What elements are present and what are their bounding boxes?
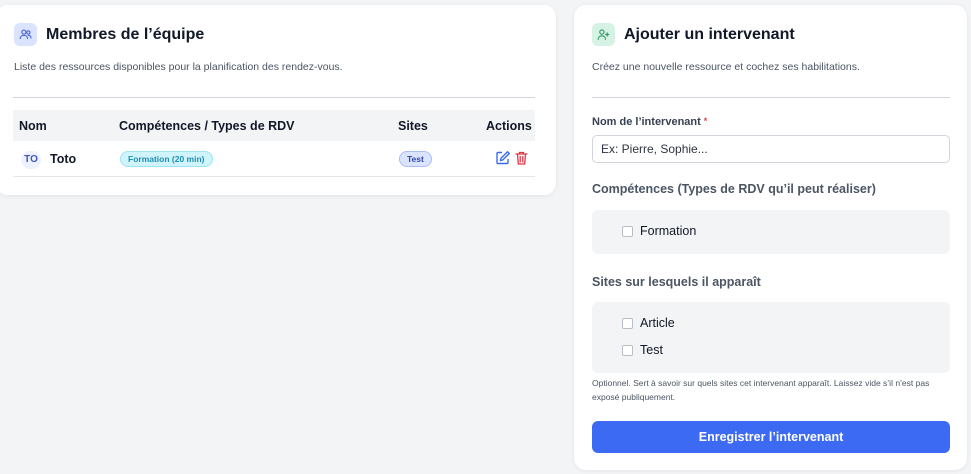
team-card-header: Membres de l’équipe: [14, 23, 204, 46]
sites-label: Sites sur lesquels il apparaît: [592, 275, 761, 289]
sites-hint: Optionnel. Sert à savoir sur quels sites…: [592, 378, 930, 402]
site-option-test[interactable]: Test: [622, 343, 663, 357]
skills-checkbox-group: Formation: [592, 210, 950, 254]
column-sites: Sites: [398, 119, 428, 133]
trash-icon[interactable]: [514, 150, 530, 166]
name-field-label: Nom de l’intervenant *: [592, 116, 707, 128]
add-card-divider: [592, 97, 950, 98]
column-name: Nom: [19, 119, 47, 133]
column-actions: Actions: [486, 119, 532, 133]
site-option-label: Test: [640, 343, 663, 357]
avatar: TO: [21, 151, 41, 169]
site-option-article[interactable]: Article: [622, 316, 675, 330]
sites-checkbox-group: Article Test: [592, 302, 950, 373]
add-card-title: Ajouter un intervenant: [624, 25, 795, 43]
users-icon: [14, 23, 37, 46]
edit-icon[interactable]: [495, 150, 511, 166]
add-member-card: Ajouter un intervenant Créez une nouvell…: [574, 5, 967, 470]
skills-label: Compétences (Types de RDV qu’il peut réa…: [592, 182, 876, 196]
skill-checkbox-formation[interactable]: [622, 225, 633, 237]
site-checkbox-article[interactable]: [622, 317, 633, 329]
site-checkbox-test[interactable]: [622, 344, 633, 356]
add-card-header: Ajouter un intervenant: [592, 23, 795, 46]
member-name-input[interactable]: [592, 135, 950, 163]
name-label-text: Nom de l’intervenant: [592, 116, 701, 128]
team-card-subtitle: Liste des ressources disponibles pour la…: [14, 61, 343, 73]
member-name: Toto: [50, 152, 77, 166]
skill-option-formation[interactable]: Formation: [622, 224, 696, 238]
user-plus-icon: [592, 23, 615, 46]
site-badge: Test: [399, 151, 432, 167]
skill-badge: Formation (20 min): [120, 151, 213, 167]
team-card-title: Membres de l’équipe: [46, 25, 205, 43]
table-row: TO Toto Formation (20 min) Test: [13, 142, 535, 177]
required-mark: *: [703, 116, 708, 126]
team-members-card: Membres de l’équipe Liste des ressources…: [0, 5, 556, 195]
table-header: Nom Compétences / Types de RDV Sites Act…: [13, 110, 535, 141]
skill-option-label: Formation: [640, 224, 697, 238]
add-card-subtitle: Créez une nouvelle ressource et cochez s…: [592, 61, 860, 73]
site-option-label: Article: [640, 316, 675, 330]
column-skills: Compétences / Types de RDV: [119, 119, 295, 133]
team-card-divider: [13, 97, 535, 98]
save-member-button[interactable]: Enregistrer l’intervenant: [592, 421, 950, 453]
